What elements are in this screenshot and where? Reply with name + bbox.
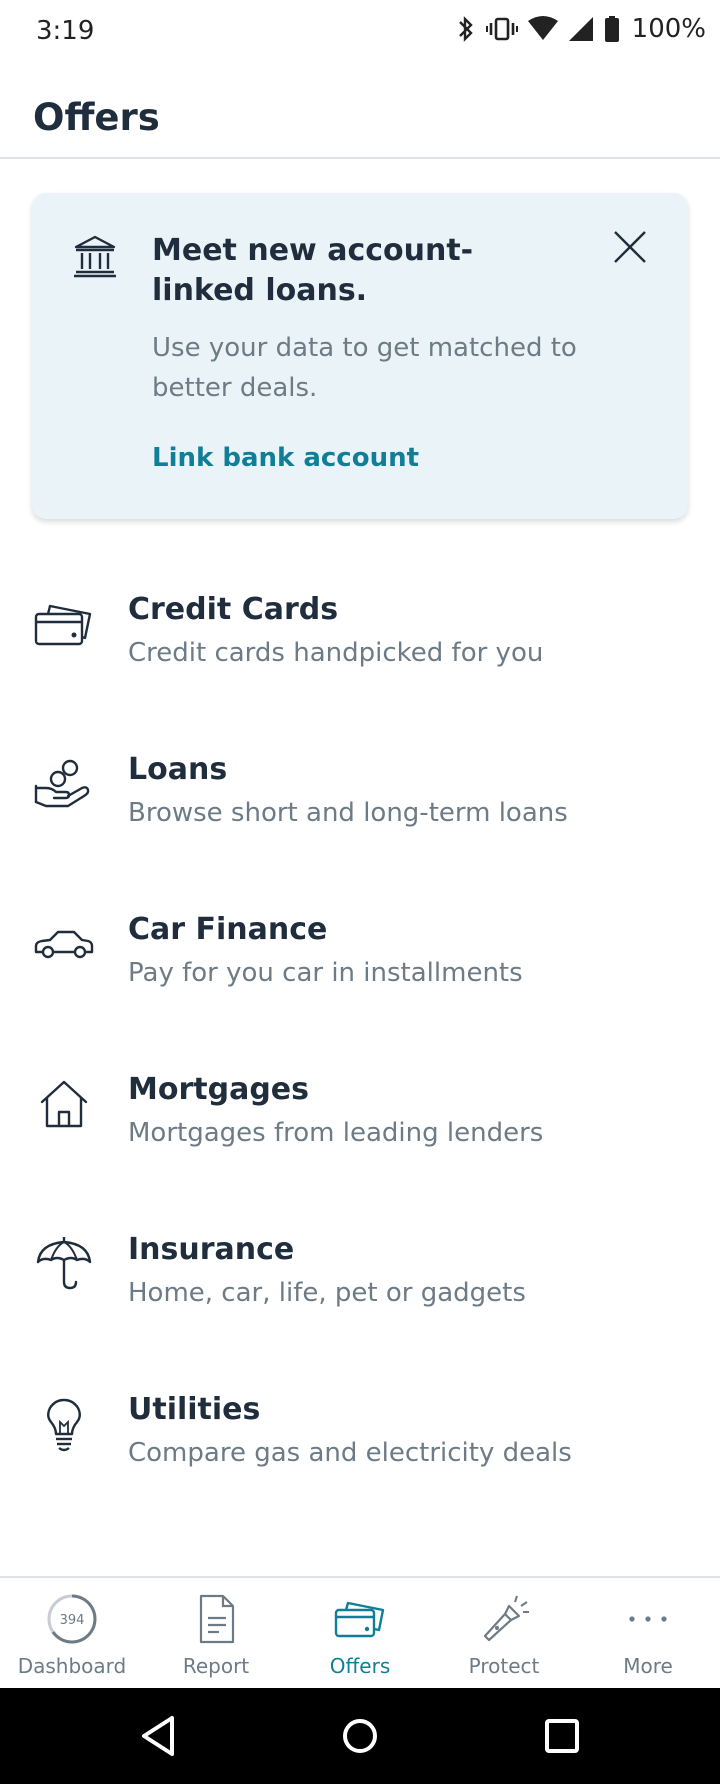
offer-description: Browse short and long-term loans — [128, 798, 568, 828]
nav-label: More — [623, 1654, 673, 1678]
offer-description: Pay for you car in installments — [128, 958, 523, 988]
offer-title: Mortgages — [128, 1072, 309, 1107]
lightbulb-icon — [47, 1398, 81, 1452]
credit-card-icon — [34, 604, 92, 646]
umbrella-icon — [36, 1237, 92, 1290]
app-header: Offers — [0, 64, 720, 159]
flashlight-icon — [483, 1595, 529, 1642]
nav-label: Offers — [329, 1654, 391, 1678]
nav-dashboard[interactable]: 394 Dashboard — [0, 1578, 144, 1688]
status-time: 3:19 — [36, 16, 95, 46]
vibrate-icon — [485, 17, 518, 41]
bottom-nav: 394 Dashboard Report Offers Protect More — [0, 1576, 720, 1688]
offer-title: Insurance — [128, 1232, 295, 1267]
offer-title: Loans — [128, 752, 228, 787]
signal-icon — [568, 17, 593, 41]
nav-label: Dashboard — [17, 1654, 127, 1678]
nav-more[interactable]: More — [576, 1578, 720, 1688]
offer-description: Mortgages from leading lenders — [128, 1118, 544, 1148]
status-icons: 100% — [456, 14, 706, 44]
close-icon[interactable] — [612, 229, 648, 265]
bluetooth-icon — [458, 16, 473, 42]
house-icon — [40, 1080, 88, 1128]
hand-coins-icon — [34, 759, 90, 808]
offer-list: Credit Cards Credit cards handpicked for… — [0, 556, 720, 1516]
battery-level: 100% — [631, 14, 706, 44]
nav-label: Report — [182, 1654, 250, 1678]
link-bank-account-button[interactable]: Link bank account — [152, 443, 419, 473]
offer-item-mortgages[interactable]: Mortgages Mortgages from leading lenders — [0, 1036, 720, 1196]
home-icon[interactable] — [336, 1712, 384, 1760]
offer-item-credit-cards[interactable]: Credit Cards Credit cards handpicked for… — [0, 556, 720, 716]
offer-item-loans[interactable]: Loans Browse short and long-term loans — [0, 716, 720, 876]
offer-description: Home, car, life, pet or gadgets — [128, 1278, 526, 1308]
status-bar: 3:19 100% — [0, 0, 720, 64]
promo-title: Meet new account-linked loans. — [152, 233, 474, 308]
credit-score: 394 — [60, 1613, 85, 1628]
offer-item-car-finance[interactable]: Car Finance Pay for you car in installme… — [0, 876, 720, 1036]
score-gauge-icon: 394 — [47, 1594, 97, 1644]
credit-card-icon — [334, 1601, 385, 1638]
battery-icon — [604, 16, 619, 42]
offer-item-utilities[interactable]: Utilities Compare gas and electricity de… — [0, 1356, 720, 1516]
more-dots-icon — [629, 1616, 667, 1622]
nav-report[interactable]: Report — [144, 1578, 288, 1688]
page-title: Offers — [33, 96, 160, 139]
recents-icon[interactable] — [538, 1712, 586, 1760]
bank-icon — [74, 235, 116, 278]
offer-item-insurance[interactable]: Insurance Home, car, life, pet or gadget… — [0, 1196, 720, 1356]
wifi-icon — [527, 16, 558, 40]
android-nav-bar — [0, 1688, 720, 1784]
offer-title: Credit Cards — [128, 592, 339, 627]
offer-title: Car Finance — [128, 912, 328, 947]
nav-label: Protect — [468, 1654, 540, 1678]
nav-offers[interactable]: Offers — [288, 1578, 432, 1688]
document-icon — [199, 1594, 235, 1644]
car-icon — [34, 930, 94, 959]
offer-description: Credit cards handpicked for you — [128, 638, 544, 668]
back-icon[interactable] — [136, 1712, 184, 1760]
promo-body: Use your data to get matched to better d… — [152, 333, 577, 403]
promo-card: Meet new account-linked loans. Use your … — [32, 193, 688, 519]
nav-protect[interactable]: Protect — [432, 1578, 576, 1688]
offer-title: Utilities — [128, 1392, 261, 1427]
offer-description: Compare gas and electricity deals — [128, 1438, 572, 1468]
